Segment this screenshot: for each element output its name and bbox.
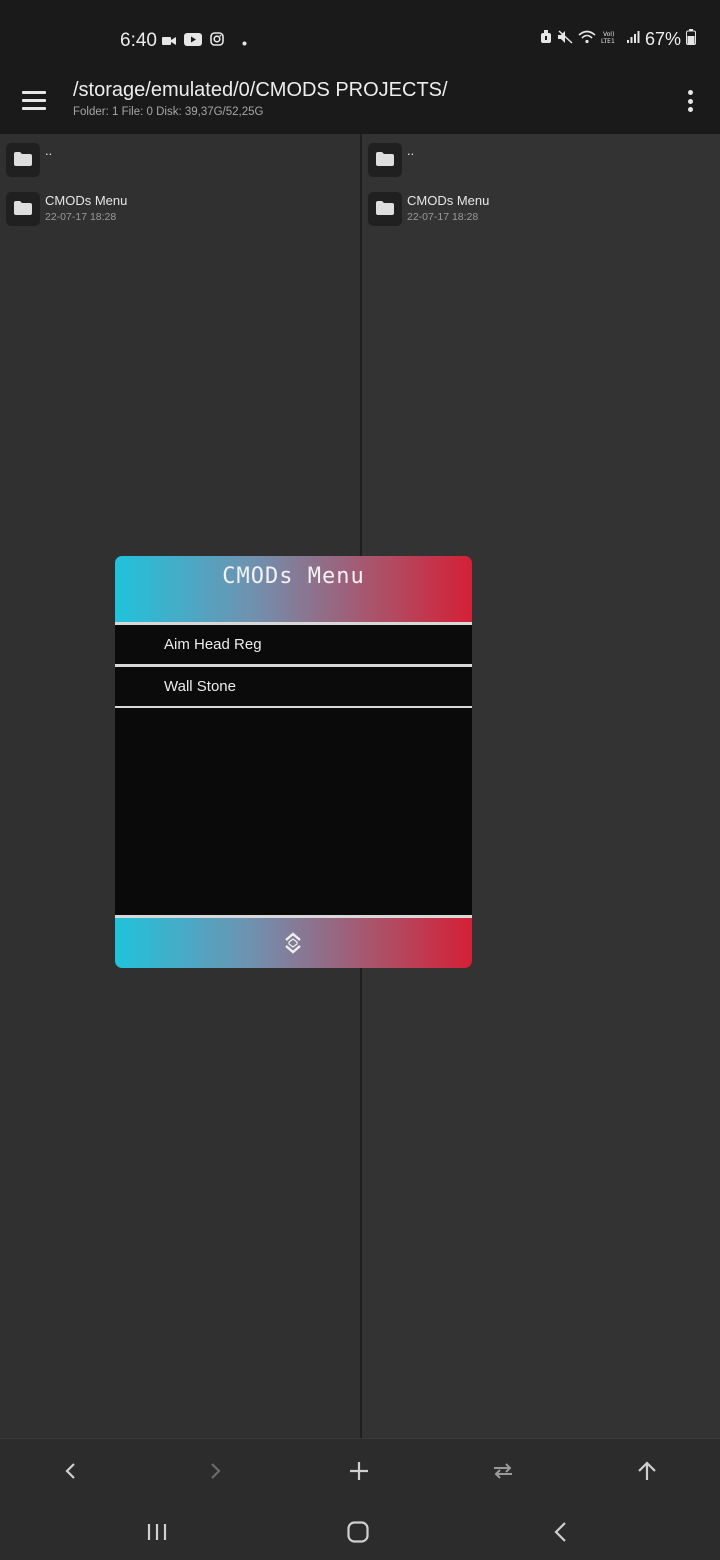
menu-collapse-button[interactable] [115, 918, 472, 968]
battery-percent: 67% [644, 29, 681, 49]
home-icon[interactable] [340, 1514, 376, 1550]
hamburger-icon[interactable] [20, 88, 48, 112]
svg-text:VoI): VoI) [603, 31, 614, 38]
status-time: 6:40 [120, 30, 157, 51]
folder-icon [6, 143, 40, 177]
swap-icon[interactable] [487, 1455, 519, 1487]
battery-icon [686, 29, 696, 50]
folder-stats: Folder: 1 File: 0 Disk: 39,37G/52,25G [73, 106, 264, 118]
more-vert-icon[interactable] [680, 88, 700, 114]
back-arrow-icon[interactable] [55, 1455, 87, 1487]
up-arrow-icon[interactable] [631, 1455, 663, 1487]
file-date: 22-07-17 18:28 [45, 211, 117, 223]
mute-icon [557, 30, 573, 49]
floating-mod-menu[interactable]: CMODs Menu Aim Head Reg Wall Stone [115, 556, 472, 968]
signal-icon [626, 30, 640, 49]
file-name: CMODs Menu [45, 193, 128, 208]
volte-icon: VoI) LTE1 [601, 30, 621, 49]
file-name: .. [407, 143, 415, 158]
system-icons: VoI) LTE1 67% [540, 29, 696, 50]
back-icon[interactable] [543, 1514, 579, 1550]
menu-item-label: Aim Head Reg [164, 636, 262, 653]
forward-arrow-icon[interactable] [199, 1455, 231, 1487]
menu-item-label: Wall Stone [164, 678, 236, 695]
system-nav-bar [0, 1502, 720, 1560]
svg-text:LTE1: LTE1 [601, 38, 615, 44]
file-date: 22-07-17 18:28 [407, 211, 479, 223]
folder-row[interactable]: CMODs Menu 22-07-17 18:28 [6, 188, 346, 230]
folder-icon [368, 192, 402, 226]
folder-row[interactable]: CMODs Menu 22-07-17 18:28 [368, 188, 708, 230]
parent-folder-row[interactable]: .. [6, 139, 346, 181]
menu-header[interactable]: CMODs Menu [115, 556, 472, 622]
add-icon[interactable] [343, 1455, 375, 1487]
menu-title: CMODs Menu [222, 564, 365, 589]
parent-folder-row[interactable]: .. [368, 139, 708, 181]
instagram-icon [210, 32, 224, 51]
menu-item-aim-head-reg[interactable]: Aim Head Reg [115, 625, 472, 664]
notification-icons [162, 32, 247, 51]
recents-icon[interactable] [139, 1514, 175, 1550]
wifi-icon [578, 30, 596, 49]
menu-body [115, 708, 472, 915]
menu-item-wall-stone[interactable]: Wall Stone [115, 667, 472, 706]
video-camera-icon [162, 33, 176, 51]
app-bar: /storage/emulated/0/CMODS PROJECTS/ Fold… [0, 76, 720, 134]
folder-icon [368, 143, 402, 177]
status-bar: 6:40 VoI) LTE1 67% [0, 0, 720, 76]
current-path: /storage/emulated/0/CMODS PROJECTS/ [73, 79, 448, 101]
file-name: .. [45, 143, 53, 158]
youtube-icon [184, 32, 202, 51]
bottom-toolbar [0, 1438, 720, 1502]
collapse-expand-icon [285, 932, 301, 954]
alarm-icon [540, 30, 552, 49]
dot-icon [242, 33, 247, 51]
file-name: CMODs Menu [407, 193, 490, 208]
folder-icon [6, 192, 40, 226]
